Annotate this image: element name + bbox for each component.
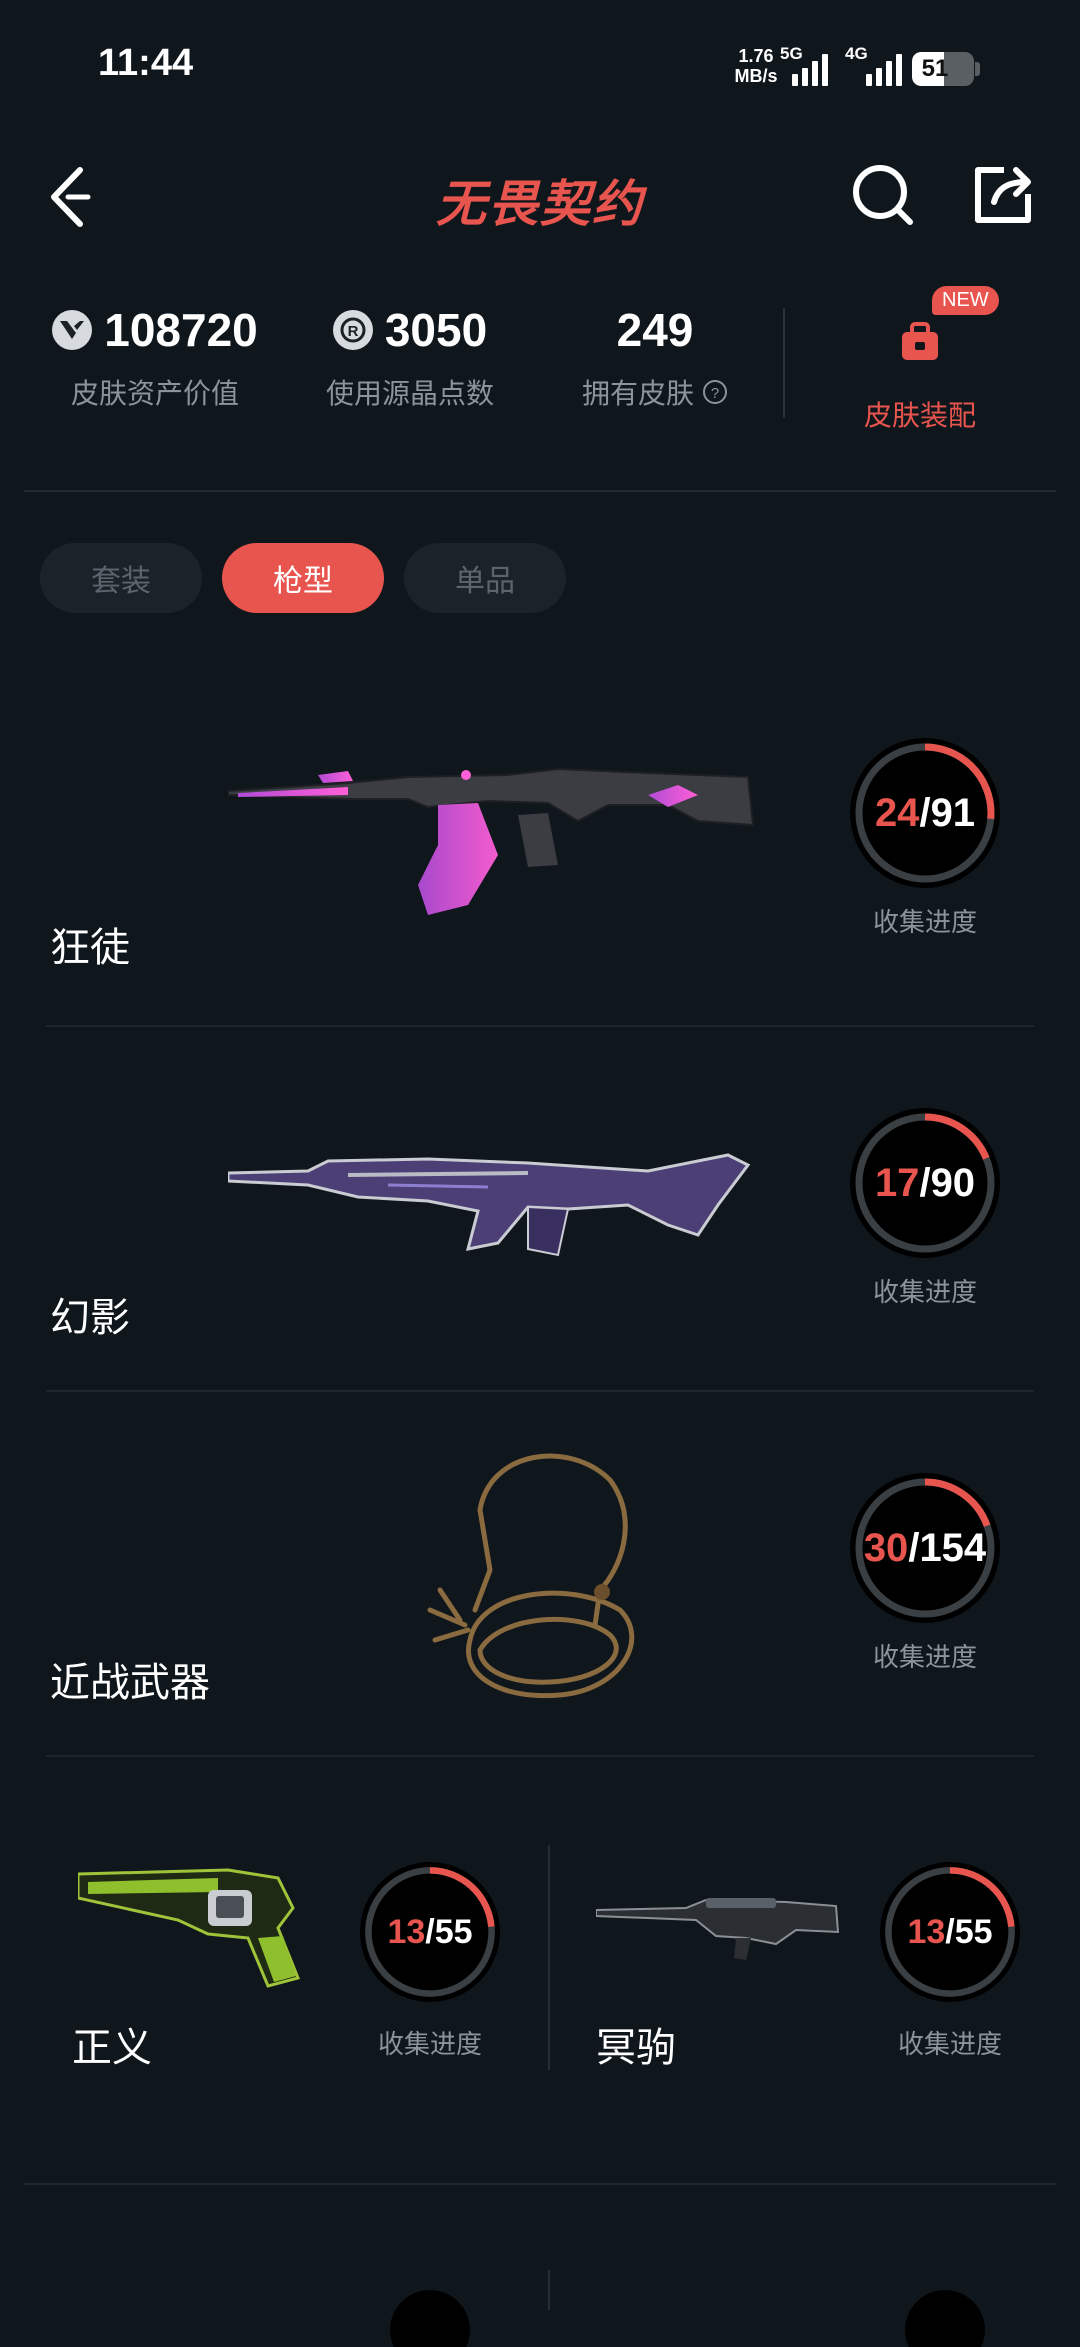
new-badge: NEW: [932, 286, 999, 315]
network-speed: 1.76 MB/s: [734, 46, 778, 86]
search-icon: [853, 165, 913, 225]
stat-radianite: R 3050 使用源晶点数: [325, 304, 494, 410]
battery-tip: [975, 62, 980, 76]
melee-rope-skin-image: [427, 1453, 635, 1699]
share-button[interactable]: [970, 162, 1036, 228]
collection-progress: 30/154 收集进度: [850, 1473, 1000, 1674]
section-divider: [24, 2183, 1056, 2185]
vandal-skin-image: [228, 767, 755, 915]
weapon-card-operator[interactable]: 冥驹 13/55 收集进度: [560, 1770, 1080, 2100]
collection-progress: 13/55 收集进度: [355, 1862, 505, 2061]
stats-divider: [783, 308, 785, 418]
weapon-card-sheriff[interactable]: 正义 13/55 收集进度: [0, 1770, 540, 2100]
tab-sets[interactable]: 套装: [40, 543, 202, 613]
tab-weapon-type[interactable]: 枪型: [222, 543, 384, 613]
weapon-name: 幻影: [50, 1295, 130, 1341]
weapon-name: 正义: [72, 2025, 152, 2071]
signal-5g-icon: [792, 52, 828, 86]
svg-text:?: ?: [711, 385, 719, 402]
share-icon: [975, 167, 1031, 223]
signal-4g-icon: [866, 52, 902, 86]
svg-text:R: R: [347, 323, 358, 340]
radianite-icon: R: [332, 310, 373, 350]
tab-single-item[interactable]: 单品: [404, 543, 566, 613]
app-header: 无畏契约: [0, 140, 1080, 250]
help-icon[interactable]: ?: [702, 379, 728, 405]
weapon-name: 冥驹: [596, 2025, 676, 2071]
battery-percent: 51: [921, 55, 949, 82]
collection-progress: 17/90 收集进度: [850, 1108, 1000, 1309]
row-divider: [46, 1025, 1034, 1027]
skin-outfit-button[interactable]: NEW 皮肤装配: [840, 286, 1000, 440]
weapon-row-partial: [0, 2260, 1080, 2347]
weapon-row-vandal[interactable]: 狂徒 24/91 收集进度: [0, 660, 1080, 1025]
progress-ring-partial: [390, 2290, 470, 2347]
weapon-name: 近战武器: [50, 1660, 210, 1706]
sheriff-skin-image: [78, 1868, 301, 1988]
battery-icon: 51: [912, 52, 974, 86]
row-divider: [46, 1755, 1034, 1757]
progress-ring: 13/55: [360, 1862, 500, 2002]
stats-bar: 108720 皮肤资产价值 R 3050 使用源晶点数 249 拥有皮肤 ? N…: [0, 286, 1080, 450]
section-divider: [24, 490, 1056, 492]
category-tabs: 套装 枪型 单品: [40, 543, 566, 613]
progress-ring: 30/154: [850, 1473, 1000, 1623]
weapon-row-phantom[interactable]: 幻影 17/90 收集进度: [0, 1030, 1080, 1395]
weapon-name: 狂徒: [50, 925, 130, 971]
progress-ring: 24/91: [850, 738, 1000, 888]
progress-ring-partial: [905, 2290, 985, 2347]
column-divider: [548, 2270, 550, 2310]
weapon-row-pair: 正义 13/55 收集进度 冥驹 13 / 55 收集进度: [0, 1770, 1080, 2100]
page-title: 无畏契约: [436, 175, 644, 233]
phantom-skin-image: [228, 1153, 751, 1257]
stat-skin-value: 108720 皮肤资产价值: [50, 290, 260, 440]
status-time: 11:44: [98, 42, 194, 84]
collection-progress: 13/55 收集进度: [875, 1862, 1025, 2061]
progress-ring: 13/55: [880, 1862, 1020, 2002]
search-button[interactable]: [850, 162, 916, 228]
operator-skin-image: [596, 1898, 840, 1960]
collection-progress: 24/91 收集进度: [850, 738, 1000, 939]
progress-ring: 17/90: [850, 1108, 1000, 1258]
network-type-4g: 4G: [845, 44, 868, 63]
status-bar: 11:44 1.76 MB/s 5G 4G 51: [0, 0, 1080, 130]
row-divider: [46, 1390, 1034, 1392]
backpack-icon: [902, 322, 938, 360]
column-divider: [548, 1845, 550, 2070]
valorant-logo-icon: [52, 310, 93, 350]
stat-owned-skins[interactable]: 249 拥有皮肤 ?: [570, 290, 740, 440]
weapon-row-melee[interactable]: 近战武器 30/154 收集进度: [0, 1395, 1080, 1760]
